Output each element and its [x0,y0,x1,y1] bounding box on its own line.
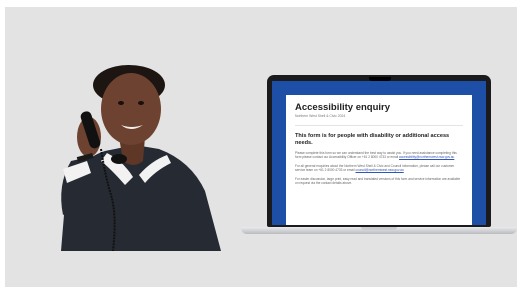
laptop-opening-notch [361,227,397,230]
form-subtitle: Northern West Shell & Civic 2024 [295,114,346,118]
laptop-screen: Accessibility enquiry Northern West Shel… [272,81,486,225]
person-on-phone-image [43,65,223,251]
laptop: Accessibility enquiry Northern West Shel… [241,73,517,243]
form-heading: This form is for people with disability … [295,133,450,146]
form-paragraph-2: For all general enquiries about the Nort… [295,164,463,173]
laptop-lid: Accessibility enquiry Northern West Shel… [267,75,491,227]
accessibility-enquiry-form: Accessibility enquiry Northern West Shel… [286,95,472,225]
form-paragraph-1: Please complete this form so we can unde… [295,151,463,160]
council-email-link[interactable]: council@northernwest.nsw.gov.au [356,168,404,172]
form-paragraph-3: For easier discussion, large print, easy… [295,176,461,186]
accessibility-email-link[interactable]: accessibility@northernwest.nsw.gov.au [399,155,454,159]
form-title: Accessibility enquiry [295,102,391,113]
divider [295,125,463,126]
illustration-panel: Accessibility enquiry Northern West Shel… [5,7,517,287]
